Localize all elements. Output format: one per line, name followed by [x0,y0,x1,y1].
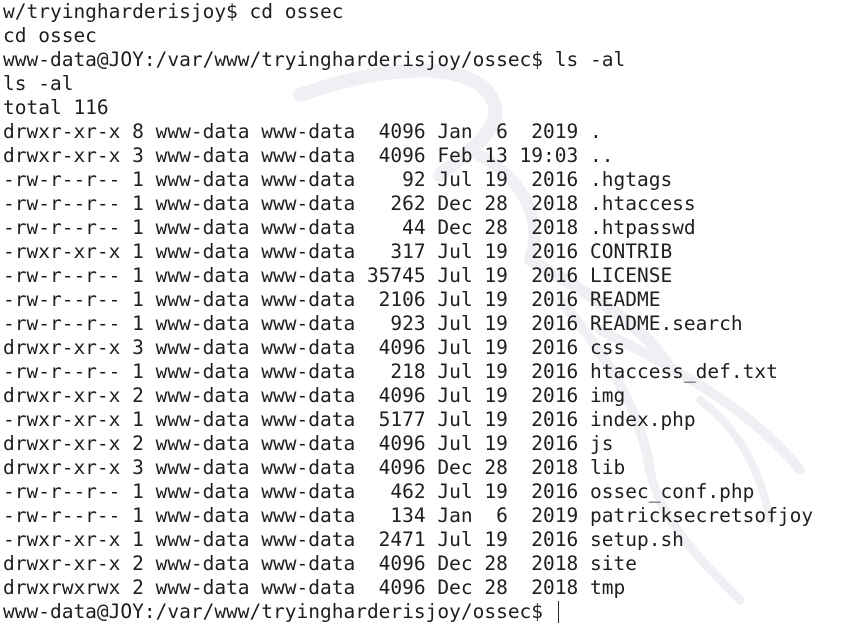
terminal-line: -rwxr-xr-x 1 www-data www-data 317 Jul 1… [3,240,673,263]
terminal-line: -rw-r--r-- 1 www-data www-data 134 Jan 6… [3,504,814,527]
terminal-line: -rw-r--r-- 1 www-data www-data 44 Dec 28… [3,216,696,239]
terminal-line: -rw-r--r-- 1 www-data www-data 35745 Jul… [3,264,673,287]
terminal-line: -rw-r--r-- 1 www-data www-data 218 Jul 1… [3,360,778,383]
terminal-line: drwxr-xr-x 3 www-data www-data 4096 Jul … [3,336,626,359]
terminal-line: drwxr-xr-x 3 www-data www-data 4096 Feb … [3,144,614,167]
terminal-line: w/tryingharderisjoy$ cd ossec [3,0,344,23]
terminal-line: drwxrwxrwx 2 www-data www-data 4096 Dec … [3,576,626,599]
shell-prompt: www-data@JOY:/var/www/tryingharderisjoy/… [3,600,555,623]
terminal-line: www-data@JOY:/var/www/tryingharderisjoy/… [3,48,626,71]
terminal-line: total 116 [3,96,109,119]
terminal-line: -rw-r--r-- 1 www-data www-data 923 Jul 1… [3,312,743,335]
terminal-line: drwxr-xr-x 2 www-data www-data 4096 Jul … [3,432,614,455]
terminal-line: drwxr-xr-x 2 www-data www-data 4096 Jul … [3,384,626,407]
terminal-line: ls -al [3,72,74,95]
text-cursor [557,601,559,623]
terminal-line: drwxr-xr-x 2 www-data www-data 4096 Dec … [3,552,637,575]
terminal-window[interactable]: w/tryingharderisjoy$ cd ossec cd ossec www… [0,0,854,629]
terminal-line: drwxr-xr-x 8 www-data www-data 4096 Jan … [3,120,602,143]
terminal-line: -rwxr-xr-x 1 www-data www-data 2471 Jul … [3,528,684,551]
terminal-line: -rw-r--r-- 1 www-data www-data 462 Jul 1… [3,480,755,503]
prompt-line[interactable]: www-data@JOY:/var/www/tryingharderisjoy/… [3,600,813,624]
terminal-line: -rw-r--r-- 1 www-data www-data 2106 Jul … [3,288,661,311]
terminal-output: w/tryingharderisjoy$ cd ossec cd ossec www… [3,0,813,624]
terminal-line: -rwxr-xr-x 1 www-data www-data 5177 Jul … [3,408,696,431]
terminal-line: cd ossec [3,24,97,47]
terminal-line: -rw-r--r-- 1 www-data www-data 92 Jul 19… [3,168,673,191]
terminal-line: drwxr-xr-x 3 www-data www-data 4096 Dec … [3,456,626,479]
terminal-line: -rw-r--r-- 1 www-data www-data 262 Dec 2… [3,192,696,215]
